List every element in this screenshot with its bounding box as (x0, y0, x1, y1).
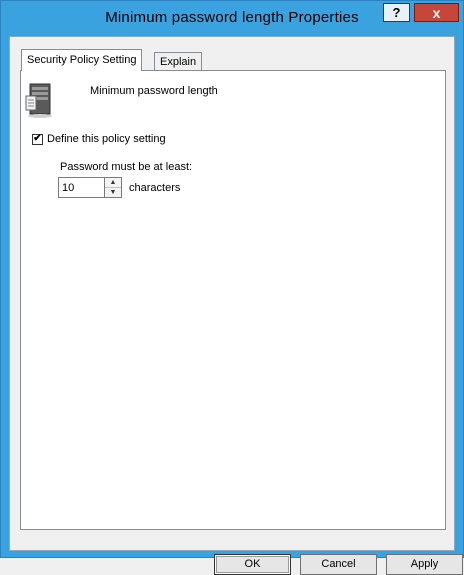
title-bar[interactable]: Minimum password length Properties ? x (1, 1, 463, 35)
tab-security-policy-setting[interactable]: Security Policy Setting (21, 49, 143, 71)
define-policy-checkbox-row[interactable]: ✔ Define this policy setting (32, 133, 166, 145)
spinner-down-button[interactable]: ▼ (105, 188, 121, 197)
cancel-button[interactable]: Cancel (300, 554, 377, 575)
spinner-buttons: ▲ ▼ (105, 177, 122, 198)
checkmark-icon: ✔ (33, 133, 42, 144)
chevron-up-icon: ▲ (109, 179, 117, 186)
close-button[interactable]: x (414, 3, 459, 22)
close-icon: x (432, 4, 441, 21)
apply-button[interactable]: Apply (386, 554, 463, 575)
password-length-prompt: Password must be at least: (60, 161, 193, 173)
dialog-client-area: Security Policy Setting Explain Minimum … (9, 36, 463, 575)
define-policy-checkbox[interactable]: ✔ (32, 133, 43, 145)
ok-button[interactable]: OK (214, 554, 291, 575)
help-button[interactable]: ? (383, 3, 410, 22)
length-units-label: characters (129, 181, 181, 194)
tab-explain[interactable]: Explain (154, 52, 203, 72)
properties-dialog: Minimum password length Properties ? x S… (0, 0, 464, 575)
policy-name: Minimum password length (90, 85, 218, 97)
spinner-up-button[interactable]: ▲ (105, 178, 121, 188)
server-policy-icon (25, 83, 52, 118)
password-length-input[interactable] (58, 177, 105, 198)
define-policy-label: Define this policy setting (47, 133, 166, 145)
help-icon: ? (392, 5, 401, 20)
chevron-down-icon: ▼ (109, 189, 117, 196)
password-length-spinner: ▲ ▼ characters (58, 177, 180, 198)
